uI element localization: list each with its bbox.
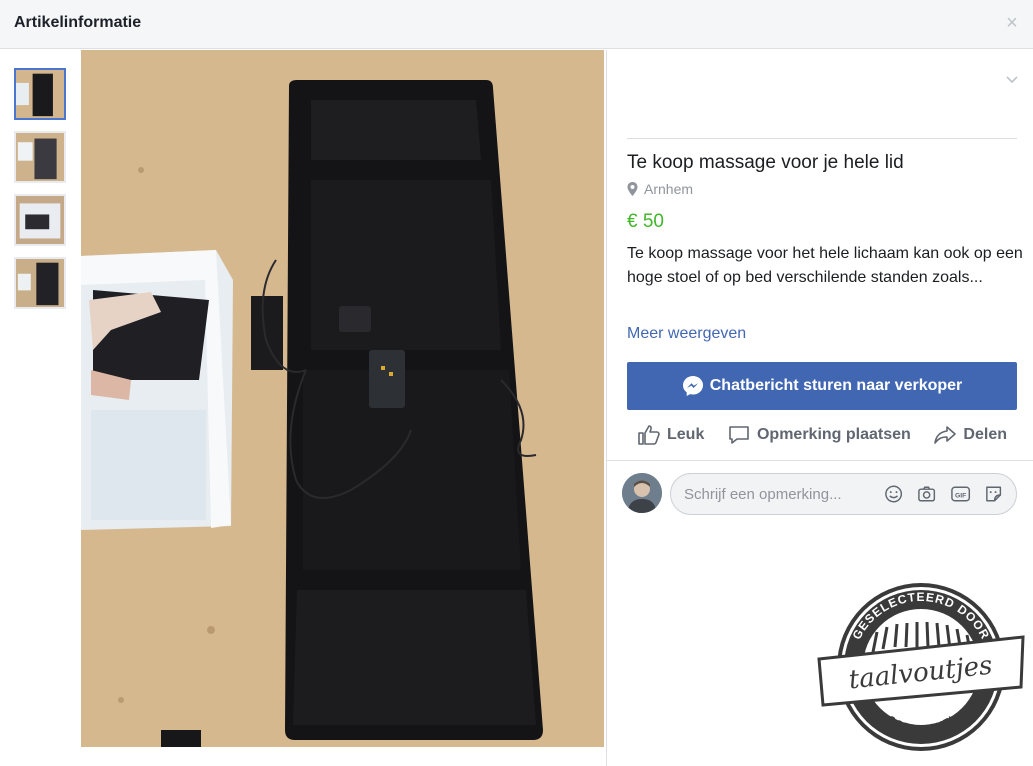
thumbnail-strip <box>14 68 66 320</box>
product-photo[interactable] <box>81 50 604 747</box>
thumbs-up-icon <box>638 425 660 445</box>
like-label: Leuk <box>667 426 705 443</box>
thumbnail-4[interactable] <box>14 257 66 309</box>
chevron-down-icon[interactable] <box>1005 72 1019 86</box>
like-button[interactable]: Leuk <box>627 423 714 447</box>
camera-icon[interactable] <box>916 483 937 505</box>
sticker-icon[interactable] <box>983 483 1004 505</box>
top-divider <box>627 138 1017 139</box>
listing-title: Te koop massage voor je hele lid <box>627 152 904 173</box>
emoji-icon[interactable] <box>883 483 904 505</box>
messenger-icon <box>682 376 703 396</box>
thumbnail-1[interactable] <box>14 68 66 120</box>
location-pin-icon <box>627 182 638 196</box>
message-seller-label: Chatbericht sturen naar verkoper <box>709 377 963 394</box>
svg-text:GIF: GIF <box>955 492 966 499</box>
thumbnail-2[interactable] <box>14 131 66 183</box>
listing-description: Te koop massage voor het hele lichaam ka… <box>627 245 1023 286</box>
dialog-title: Artikelinformatie <box>14 14 142 31</box>
taalvoutjes-stamp: GESELECTEERD DOOR taalvoutjes GOED VOUT! <box>817 577 1025 753</box>
share-icon <box>934 426 957 444</box>
dialog-header: Artikelinformatie × <box>0 0 1033 49</box>
location-label: Arnhem <box>644 181 694 197</box>
message-seller-button[interactable]: Chatbericht sturen naar verkoper <box>627 362 1017 410</box>
close-icon[interactable]: × <box>1003 13 1021 33</box>
comment-input[interactable] <box>684 485 883 503</box>
listing-price: € 50 <box>627 211 664 232</box>
comment-button[interactable]: Opmerking plaatsen <box>717 423 921 447</box>
comment-icon <box>729 426 749 444</box>
thumbnail-3[interactable] <box>14 194 66 246</box>
comment-composer: GIF <box>670 473 1017 515</box>
comment-label: Opmerking plaatsen <box>756 426 911 443</box>
avatar[interactable] <box>622 473 662 513</box>
listing-location[interactable]: Arnhem <box>627 181 693 197</box>
gif-icon[interactable]: GIF <box>950 483 971 505</box>
action-bar: Leuk Opmerking plaatsen Delen <box>627 420 1017 450</box>
show-more-link[interactable]: Meer weergeven <box>627 325 746 343</box>
comment-divider <box>607 460 1033 461</box>
share-button[interactable]: Delen <box>923 423 1017 447</box>
share-label: Delen <box>963 426 1007 443</box>
